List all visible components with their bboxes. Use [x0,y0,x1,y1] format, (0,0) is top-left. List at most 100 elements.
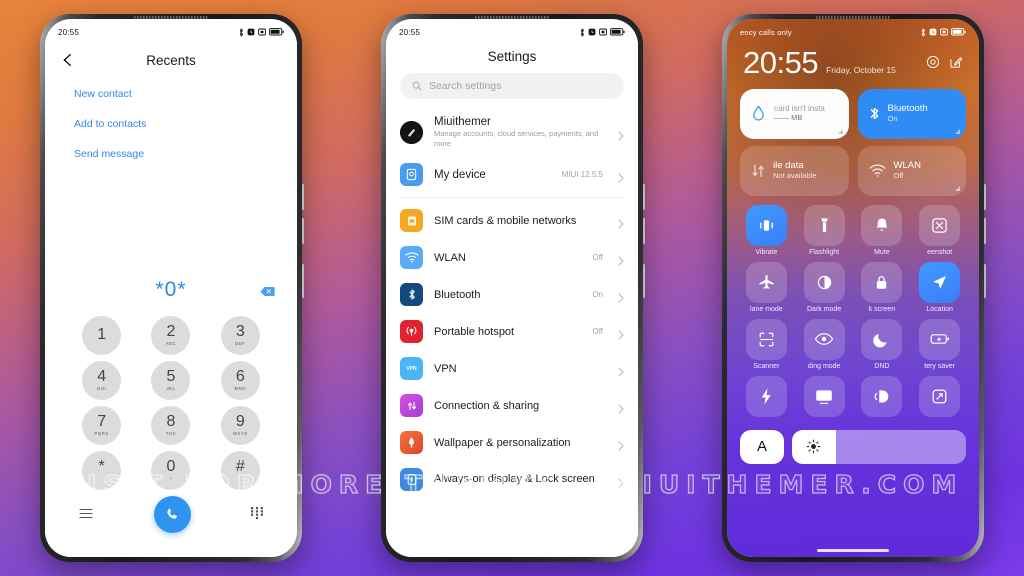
settings-row-vpn[interactable]: VPN VPN [386,350,638,387]
key-letters: + [169,476,173,482]
expand-corner-icon[interactable] [837,128,843,134]
side-button-volume-down[interactable] [302,218,304,244]
key-digit: 4 [97,368,107,386]
phone-call-icon[interactable] [153,496,191,533]
toggle-dnd[interactable]: DND [856,318,909,370]
toggle-reading-mode[interactable]: ding mode [798,318,851,370]
action-add-to-contacts[interactable]: Add to contacts [45,109,297,139]
brightness-slider[interactable] [792,429,966,464]
dialpad-key-5[interactable]: 5 JKL [151,361,191,400]
toggle-flashlight[interactable]: Flashlight [798,204,851,256]
dialpad-key-1[interactable]: 1 [82,316,122,355]
battery-saver-icon [919,318,961,360]
toggle-lightning[interactable] [740,375,793,420]
toggle-lock-screen[interactable]: k screen [856,261,909,313]
search-input[interactable]: Search settings [400,73,624,99]
screenshot-icon [919,204,961,246]
settings-row-hotspot[interactable]: Portable hotspot Off [386,313,638,350]
side-button-volume-down[interactable] [984,218,986,244]
side-button-volume-up[interactable] [643,184,645,210]
side-button-power[interactable] [643,264,645,298]
dialpad-key-2[interactable]: 2 ABC [151,316,191,355]
toggle-dark-mode[interactable]: Dark mode [798,261,851,313]
dialpad-key-9[interactable]: 9 WXYZ [220,406,260,445]
settings-row-account[interactable]: Miuithemer Manage accounts, cloud servic… [386,109,638,156]
key-digit: 0 [166,458,176,476]
key-letters: DEF [235,341,246,347]
bell-icon [861,204,903,246]
tile-bluetooth[interactable]: Bluetooth On [857,88,966,139]
settings-row-sim-cards[interactable]: SIM cards & mobile networks [386,202,638,239]
action-new-contact[interactable]: New contact [45,79,297,109]
toggle-scanner[interactable]: Scanner [740,318,793,370]
menu-icon[interactable] [79,506,93,524]
settings-row-my-device[interactable]: My device MIUI 12.5.5 [386,156,638,193]
camera-icon[interactable] [926,55,940,74]
status-icons [239,27,284,37]
dialpad-key-8[interactable]: 8 TUV [151,406,191,445]
dialpad-key-4[interactable]: 4 GHI [82,361,122,400]
battery-icon [610,28,625,36]
tile-data-usage[interactable]: card isn't insta —— MB [740,88,849,139]
status-icons [580,27,625,37]
expand-corner-icon[interactable] [955,128,960,134]
keypad-icon[interactable] [251,506,263,524]
key-letters: MNO [234,386,247,392]
vpn-icon: VPN [400,357,423,381]
toggle-screenshot[interactable]: eenshot [913,204,966,256]
chevron-right-icon [618,327,624,340]
dialpad-key-hash[interactable]: #; [220,451,260,490]
settings-row-wlan[interactable]: WLAN Off [386,239,638,276]
number-display-row: *0* [45,270,297,310]
key-digit: 9 [235,413,245,431]
toggle-nfc[interactable] [856,375,909,420]
row-value: Off [592,253,603,263]
vibrate-icon [745,204,787,246]
backspace-icon[interactable] [260,284,275,296]
tile-title: ile data [773,159,804,171]
my-device-texts: My device [434,169,551,181]
status-icons [921,27,966,37]
note-edit-icon[interactable] [949,55,963,74]
dialpad-key-6[interactable]: 6 MNO [220,361,260,400]
brightness-fill [792,429,836,464]
cast-icon [803,375,845,417]
side-button-power[interactable] [984,264,986,298]
tile-mobile-data[interactable]: ile data Not available [740,145,849,196]
settings-row-wallpaper[interactable]: Wallpaper & personalization [386,424,638,461]
tile-wlan[interactable]: WLAN Off [857,145,966,196]
toggle-battery-saver[interactable]: tery saver [913,318,966,370]
dialpad-key-3[interactable]: 3 DEF [220,316,260,355]
row-texts: Portable hotspot [434,326,581,338]
toggle-location[interactable]: Location [913,261,966,313]
settings-row-connection-sharing[interactable]: Connection & sharing [386,387,638,424]
key-letters: TUV [165,431,177,437]
side-button-volume-up[interactable] [984,184,986,210]
screenshot-status-icon [599,28,607,36]
toggle-mute[interactable]: Mute [856,204,909,256]
scanner-icon [745,318,787,360]
location-icon [919,261,961,303]
auto-brightness-button[interactable]: A [740,429,784,464]
dialpad-key-7[interactable]: 7 PQRS [82,406,122,445]
row-label: Portable hotspot [434,325,515,338]
dialpad-key-star[interactable]: *, [82,451,122,490]
action-send-message[interactable]: Send message [45,139,297,169]
toggle-airplane-mode[interactable]: lane mode [740,261,793,313]
expand-corner-icon[interactable] [955,185,960,191]
side-button-power[interactable] [302,264,304,298]
dialed-number[interactable]: *0* [155,278,186,302]
lock-icon [861,261,903,303]
side-button-volume-up[interactable] [302,184,304,210]
settings-row-always-on-display[interactable]: Always-on display & Lock screen [386,461,638,498]
side-button-volume-down[interactable] [643,218,645,244]
settings-row-bluetooth[interactable]: Bluetooth On [386,276,638,313]
toggle-vibrate[interactable]: Vibrate [740,204,793,256]
gesture-home-bar[interactable] [817,549,889,552]
dialpad-key-0[interactable]: 0 + [151,451,191,490]
tile-title: Bluetooth [887,102,928,114]
toggle-rotate[interactable] [913,375,966,420]
row-label: Always-on display & Lock screen [434,473,595,486]
back-arrow-icon[interactable] [59,51,77,69]
toggle-cast[interactable] [798,375,851,420]
